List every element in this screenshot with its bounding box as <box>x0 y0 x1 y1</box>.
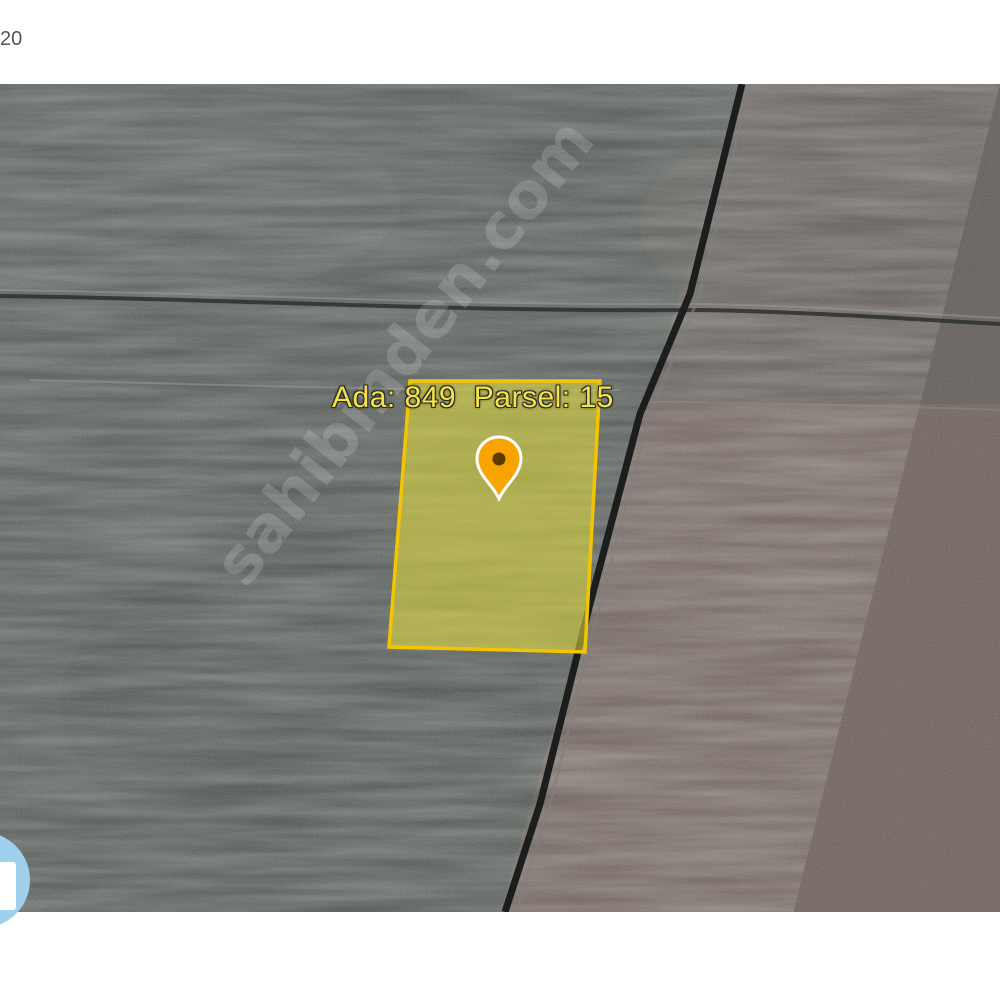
header-partial-text: 20 <box>0 28 23 50</box>
parcel-polygon[interactable] <box>387 379 602 654</box>
parcel-label: Ada: 849 Parsel: 15 <box>332 381 614 414</box>
map-pin-icon[interactable] <box>473 435 525 501</box>
page: 20 Ada: 849 Parsel: 15 <box>0 0 1000 1000</box>
satellite-map[interactable]: sahibinden.com Ada: 849 Parsel: 15 <box>0 84 1000 912</box>
